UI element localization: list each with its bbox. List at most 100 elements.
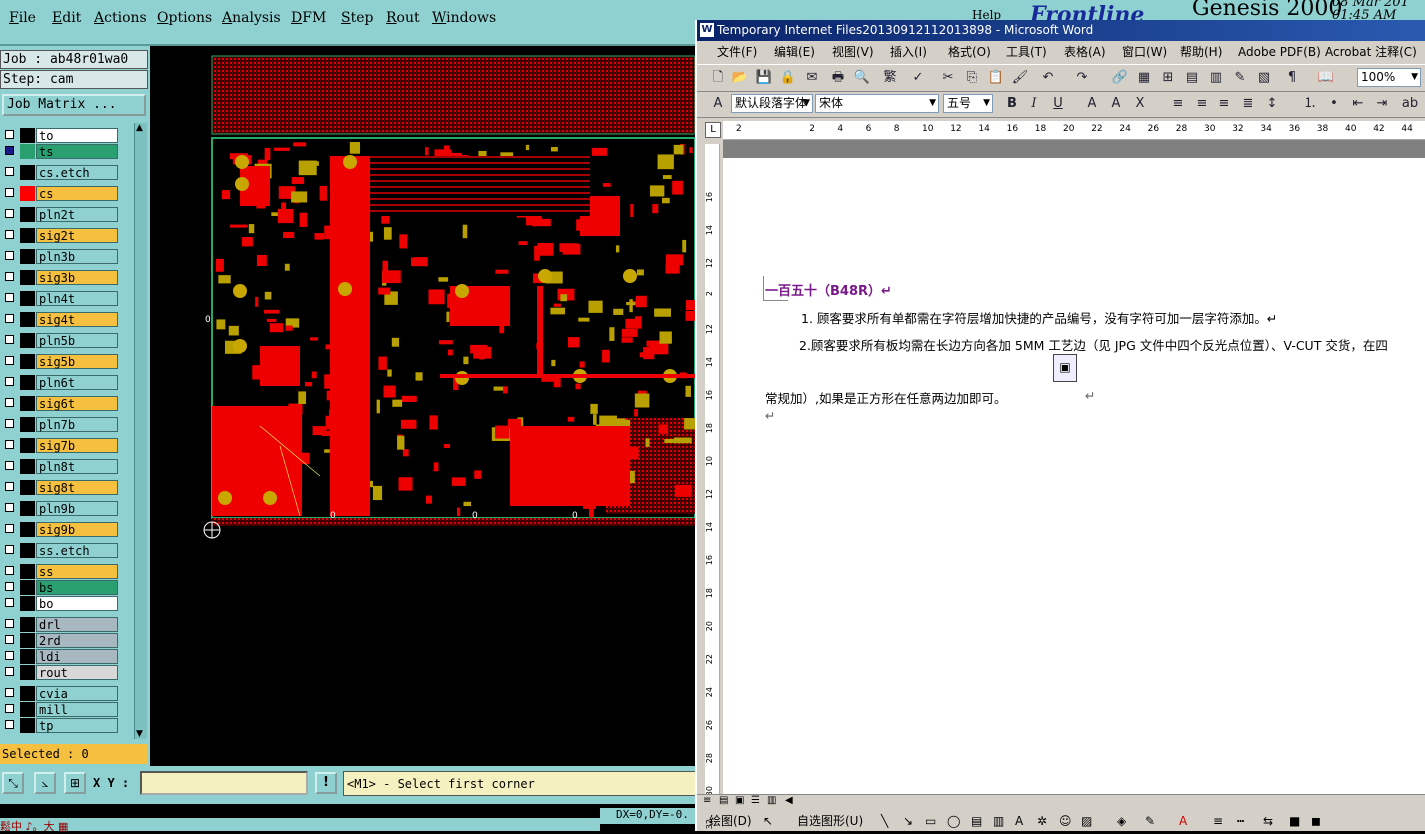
layer-color-swatch[interactable]	[20, 480, 35, 495]
layer-color-swatch[interactable]	[20, 501, 35, 516]
vertical-textbox-icon[interactable]: ▥	[993, 812, 1004, 831]
layer-name[interactable]: ss.etch	[36, 543, 118, 558]
layer-name[interactable]: pln9b	[36, 501, 118, 516]
menu-analysis[interactable]: Analysis	[222, 10, 281, 26]
layer-row[interactable]: bs	[2, 580, 134, 595]
layer-checkbox[interactable]	[5, 440, 14, 449]
draw-menu[interactable]: 绘图(D)	[709, 812, 752, 831]
layer-color-swatch[interactable]	[20, 375, 35, 390]
layer-row[interactable]: bo	[2, 596, 134, 611]
document-page[interactable]: 一百五十（B48R）↵ 1. 顾客要求所有单都需在字符层增加快捷的产品编号，没有…	[723, 158, 1425, 794]
document-map-icon[interactable]: ▧	[1255, 69, 1273, 87]
picture-icon[interactable]: ▨	[1081, 812, 1092, 831]
styles-formatting-icon[interactable]: A	[709, 95, 727, 113]
layer-checkbox[interactable]	[5, 356, 14, 365]
scroll-up-arrow-icon[interactable]: ▲	[136, 123, 143, 133]
layer-name[interactable]: rout	[36, 665, 118, 680]
layer-color-swatch[interactable]	[20, 128, 35, 143]
word-menu-file[interactable]: 文件(F)	[717, 41, 757, 63]
line-spacing-icon[interactable]: ↕	[1263, 95, 1281, 113]
layer-color-swatch[interactable]	[20, 702, 35, 717]
layer-checkbox[interactable]	[5, 398, 14, 407]
rectangle-icon[interactable]: ▭	[925, 812, 936, 831]
columns-icon[interactable]: ▥	[1207, 69, 1225, 87]
permission-icon[interactable]: 🔒	[779, 69, 797, 87]
zoom-select[interactable]: 100% ▼	[1357, 68, 1421, 87]
layer-name[interactable]: 2rd	[36, 633, 118, 648]
cut-icon[interactable]: ✂	[939, 69, 957, 87]
horizontal-scrollbar[interactable]: ≡ ▤ ▣ ☰ ▥ ◀	[697, 794, 1425, 809]
menu-windows[interactable]: Windows	[432, 10, 496, 26]
layer-color-swatch[interactable]	[20, 354, 35, 369]
layer-name[interactable]: sig9b	[36, 522, 118, 537]
read-icon[interactable]: 📖	[1317, 69, 1335, 87]
layer-checkbox[interactable]	[5, 272, 14, 281]
save-icon[interactable]: 💾	[755, 69, 773, 87]
bullets-icon[interactable]: •	[1325, 95, 1343, 113]
layer-color-swatch[interactable]	[20, 270, 35, 285]
italic-icon[interactable]: I	[1025, 95, 1043, 113]
layer-color-swatch[interactable]	[20, 228, 35, 243]
layer-checkbox[interactable]	[5, 209, 14, 218]
arrow-icon[interactable]: ↘	[903, 812, 913, 831]
hyperlink-icon[interactable]: 🔗	[1111, 69, 1129, 87]
dash-style-icon[interactable]: ┅	[1237, 812, 1244, 831]
zoom-tool-button[interactable]: ⤡	[2, 772, 24, 794]
word-titlebar[interactable]: W Temporary Internet Files20130912112013…	[697, 20, 1425, 41]
layer-name[interactable]: pln4t	[36, 291, 118, 306]
layer-checkbox[interactable]	[5, 461, 14, 470]
word-menu-view[interactable]: 视图(V)	[832, 41, 874, 63]
layer-row[interactable]: pln5b	[2, 333, 134, 348]
align-right-icon[interactable]: ≡	[1215, 95, 1233, 113]
select-objects-icon[interactable]: ↖	[763, 812, 773, 831]
layer-checkbox[interactable]	[5, 293, 14, 302]
phonetic-guide-icon[interactable]: ab	[1401, 95, 1419, 113]
layer-name[interactable]: pln6t	[36, 375, 118, 390]
layer-row[interactable]: pln3b	[2, 249, 134, 264]
format-painter-icon[interactable]: 🖌	[1011, 69, 1029, 87]
normal-view-icon[interactable]: ≡	[703, 795, 711, 806]
layer-row[interactable]: sig5b	[2, 354, 134, 369]
layer-checkbox[interactable]	[5, 146, 14, 155]
layer-checkbox[interactable]	[5, 635, 14, 644]
layer-color-swatch[interactable]	[20, 144, 35, 159]
font-size-select[interactable]: 五号 ▼	[943, 94, 993, 113]
layer-name[interactable]: ts	[36, 144, 118, 159]
char-scale-icon[interactable]: Ⅹ	[1131, 95, 1149, 113]
layer-checkbox[interactable]	[5, 251, 14, 260]
fill-color-icon[interactable]: ◈	[1117, 812, 1126, 831]
layer-row[interactable]: pln2t	[2, 207, 134, 222]
clipart-icon[interactable]: ☺	[1059, 812, 1072, 831]
layer-name[interactable]: pln5b	[36, 333, 118, 348]
layer-row[interactable]: sig8t	[2, 480, 134, 495]
layer-row[interactable]: ldi	[2, 649, 134, 664]
layer-color-swatch[interactable]	[20, 665, 35, 680]
menu-options[interactable]: Options	[157, 10, 212, 26]
layer-checkbox[interactable]	[5, 667, 14, 676]
outline-view-icon[interactable]: ☰	[751, 795, 760, 806]
redo-icon[interactable]: ↷	[1073, 69, 1091, 87]
layer-color-swatch[interactable]	[20, 165, 35, 180]
char-border-icon[interactable]: A	[1083, 95, 1101, 113]
word-menu-format[interactable]: 格式(O)	[948, 41, 991, 63]
scroll-left-arrow-icon[interactable]: ◀	[785, 795, 793, 806]
layer-name[interactable]: cvia	[36, 686, 118, 701]
layer-name[interactable]: sig6t	[36, 396, 118, 411]
font-color-icon[interactable]: A	[1179, 812, 1187, 831]
layer-row[interactable]: cs.etch	[2, 165, 134, 180]
layer-row[interactable]: pln9b	[2, 501, 134, 516]
layer-checkbox[interactable]	[5, 545, 14, 554]
line-color-icon[interactable]: ✎	[1145, 812, 1155, 831]
layer-name[interactable]: sig4t	[36, 312, 118, 327]
style-select[interactable]: 默认段落字体 ▼	[731, 94, 813, 113]
layer-color-swatch[interactable]	[20, 333, 35, 348]
layer-name[interactable]: cs.etch	[36, 165, 118, 180]
layer-row[interactable]: cvia	[2, 686, 134, 701]
wordart-icon[interactable]: A	[1015, 812, 1023, 831]
layer-row[interactable]: sig3b	[2, 270, 134, 285]
layer-color-swatch[interactable]	[20, 396, 35, 411]
textbox-icon[interactable]: ▤	[971, 812, 982, 831]
layer-name[interactable]: pln8t	[36, 459, 118, 474]
word-menu-adobe-pdf[interactable]: Adobe PDF(B)	[1238, 41, 1321, 63]
layer-checkbox[interactable]	[5, 619, 14, 628]
